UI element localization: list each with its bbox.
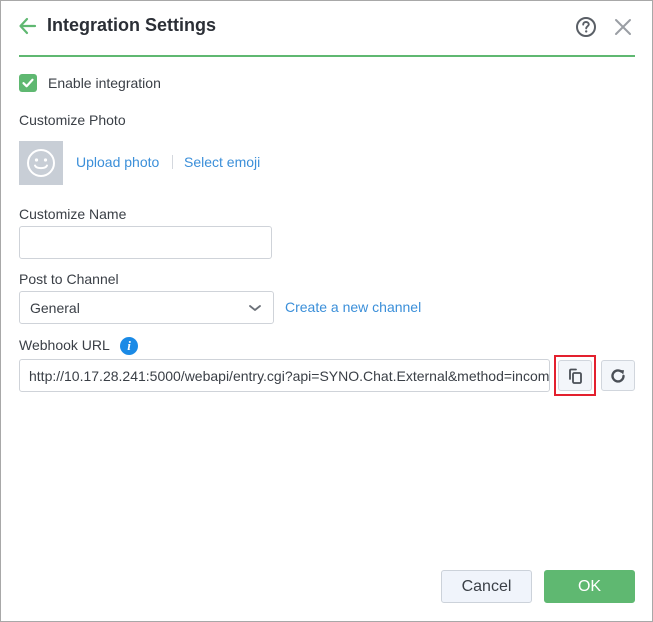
- smiley-face-icon: [27, 149, 55, 177]
- help-circle-icon: [576, 17, 596, 37]
- help-button[interactable]: [575, 16, 597, 38]
- channel-select[interactable]: General: [19, 291, 274, 324]
- cancel-button[interactable]: Cancel: [441, 570, 532, 603]
- avatar: [19, 141, 63, 185]
- close-icon: [615, 19, 631, 35]
- customize-name-label: Customize Name: [19, 206, 127, 222]
- dialog-header: Integration Settings: [1, 1, 652, 57]
- regenerate-url-button[interactable]: [601, 360, 635, 391]
- chevron-down-icon[interactable]: [237, 292, 273, 323]
- select-emoji-link[interactable]: Select emoji: [184, 154, 260, 170]
- webhook-url-label: Webhook URL: [19, 337, 110, 353]
- dialog-title: Integration Settings: [47, 15, 217, 35]
- create-channel-link[interactable]: Create a new channel: [285, 299, 421, 315]
- enable-integration-checkbox[interactable]: Enable integration: [19, 73, 161, 93]
- info-icon[interactable]: i: [120, 337, 138, 355]
- checkbox-checked[interactable]: [19, 74, 37, 92]
- close-button[interactable]: [612, 16, 634, 38]
- arrow-left-icon: [19, 17, 37, 35]
- copy-button-highlight: [554, 355, 596, 396]
- customize-photo-label: Customize Photo: [19, 112, 126, 128]
- refresh-icon: [611, 368, 625, 383]
- header-divider: [19, 55, 635, 57]
- post-to-channel-label: Post to Channel: [19, 271, 119, 287]
- channel-select-value: General: [30, 299, 80, 316]
- link-separator: [172, 155, 173, 169]
- back-button[interactable]: [17, 15, 39, 37]
- enable-integration-label: Enable integration: [48, 75, 161, 91]
- webhook-url-input[interactable]: http://10.17.28.241:5000/webapi/entry.cg…: [19, 359, 550, 392]
- customize-name-input[interactable]: [19, 226, 272, 259]
- upload-photo-link[interactable]: Upload photo: [76, 154, 159, 170]
- ok-button[interactable]: OK: [544, 570, 635, 603]
- integration-settings-dialog: Integration Settings Enable integration …: [0, 0, 653, 622]
- checkmark-icon: [22, 78, 34, 88]
